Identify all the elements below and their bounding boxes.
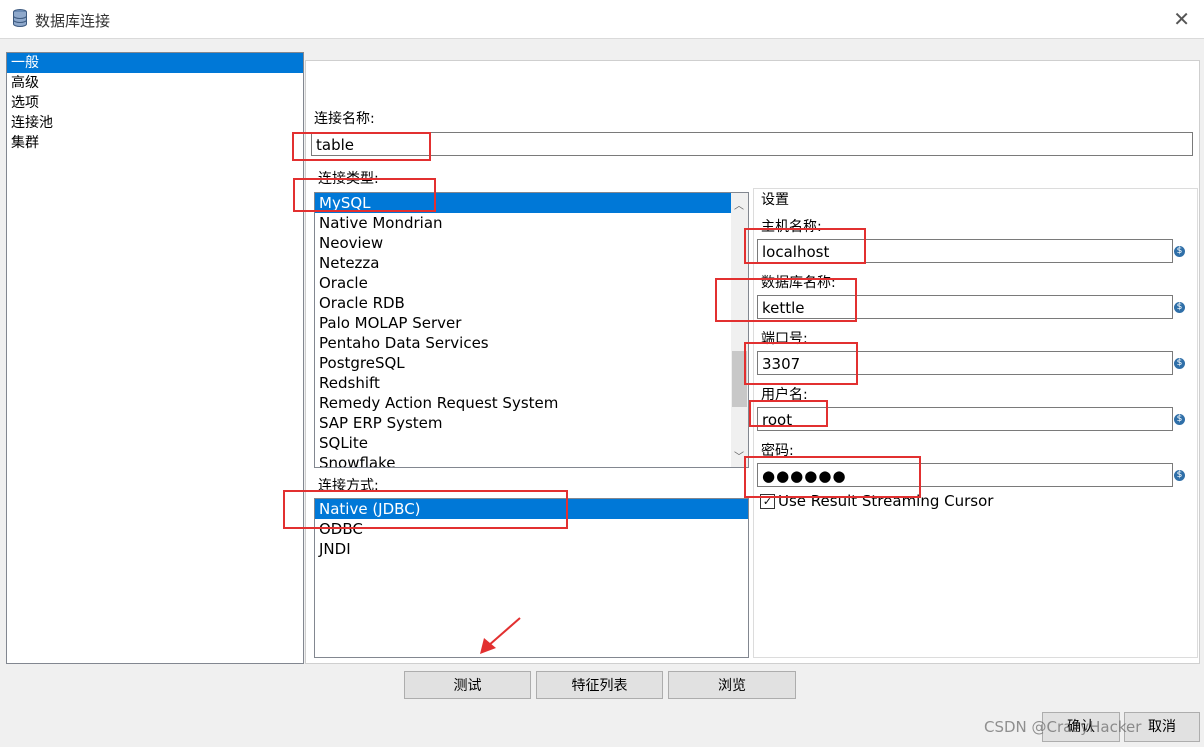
title-bar: 数据库连接 ✕: [0, 0, 1204, 39]
annotation-box: [293, 178, 436, 212]
nav-item-options[interactable]: 选项: [7, 93, 303, 113]
list-item[interactable]: JNDI: [315, 539, 748, 559]
variable-icon[interactable]: $: [1174, 470, 1185, 481]
list-item[interactable]: Oracle: [315, 273, 748, 293]
close-icon[interactable]: ✕: [1173, 7, 1190, 31]
variable-icon[interactable]: $: [1174, 246, 1185, 257]
list-item[interactable]: SAP ERP System: [315, 413, 748, 433]
annotation-box: [283, 490, 568, 529]
list-item[interactable]: Netezza: [315, 253, 748, 273]
settings-title: 设置: [761, 192, 789, 208]
annotation-box: [744, 342, 858, 385]
annotation-arrow: [480, 617, 521, 654]
list-item[interactable]: Neoview: [315, 233, 748, 253]
list-item[interactable]: Redshift: [315, 373, 748, 393]
list-item[interactable]: Native Mondrian: [315, 213, 748, 233]
nav-item-general[interactable]: 一般: [7, 53, 303, 73]
connection-name-label: 连接名称:: [314, 111, 375, 127]
window-title: 数据库连接: [35, 12, 111, 30]
connection-name-input[interactable]: table: [311, 132, 1193, 156]
variable-icon[interactable]: $: [1174, 302, 1185, 313]
browse-button[interactable]: 浏览: [668, 671, 796, 699]
list-item[interactable]: Oracle RDB: [315, 293, 748, 313]
scroll-up-icon[interactable]: ︿: [734, 197, 744, 212]
annotation-box: [715, 278, 857, 322]
category-nav[interactable]: 一般 高级 选项 连接池 集群: [6, 52, 304, 664]
list-item[interactable]: Remedy Action Request System: [315, 393, 748, 413]
nav-item-cluster[interactable]: 集群: [7, 133, 303, 153]
variable-icon[interactable]: $: [1174, 358, 1185, 369]
list-item[interactable]: SQLite: [315, 433, 748, 453]
nav-item-advanced[interactable]: 高级: [7, 73, 303, 93]
annotation-box: [744, 456, 921, 498]
nav-item-pooling[interactable]: 连接池: [7, 113, 303, 133]
variable-icon[interactable]: $: [1174, 414, 1185, 425]
database-icon: [12, 9, 28, 31]
annotation-box: [292, 132, 431, 161]
connection-type-list[interactable]: MySQL Native Mondrian Neoview Netezza Or…: [314, 192, 749, 468]
list-item[interactable]: PostgreSQL: [315, 353, 748, 373]
csdn-watermark: CSDN @CrazyHacker: [984, 718, 1142, 736]
annotation-box: [749, 400, 828, 427]
feature-list-button[interactable]: 特征列表: [536, 671, 663, 699]
list-item[interactable]: Palo MOLAP Server: [315, 313, 748, 333]
test-button[interactable]: 测试: [404, 671, 531, 699]
annotation-box: [744, 228, 866, 264]
list-item[interactable]: Pentaho Data Services: [315, 333, 748, 353]
list-item[interactable]: Snowflake: [315, 453, 748, 467]
scroll-down-icon[interactable]: ﹀: [734, 448, 744, 463]
